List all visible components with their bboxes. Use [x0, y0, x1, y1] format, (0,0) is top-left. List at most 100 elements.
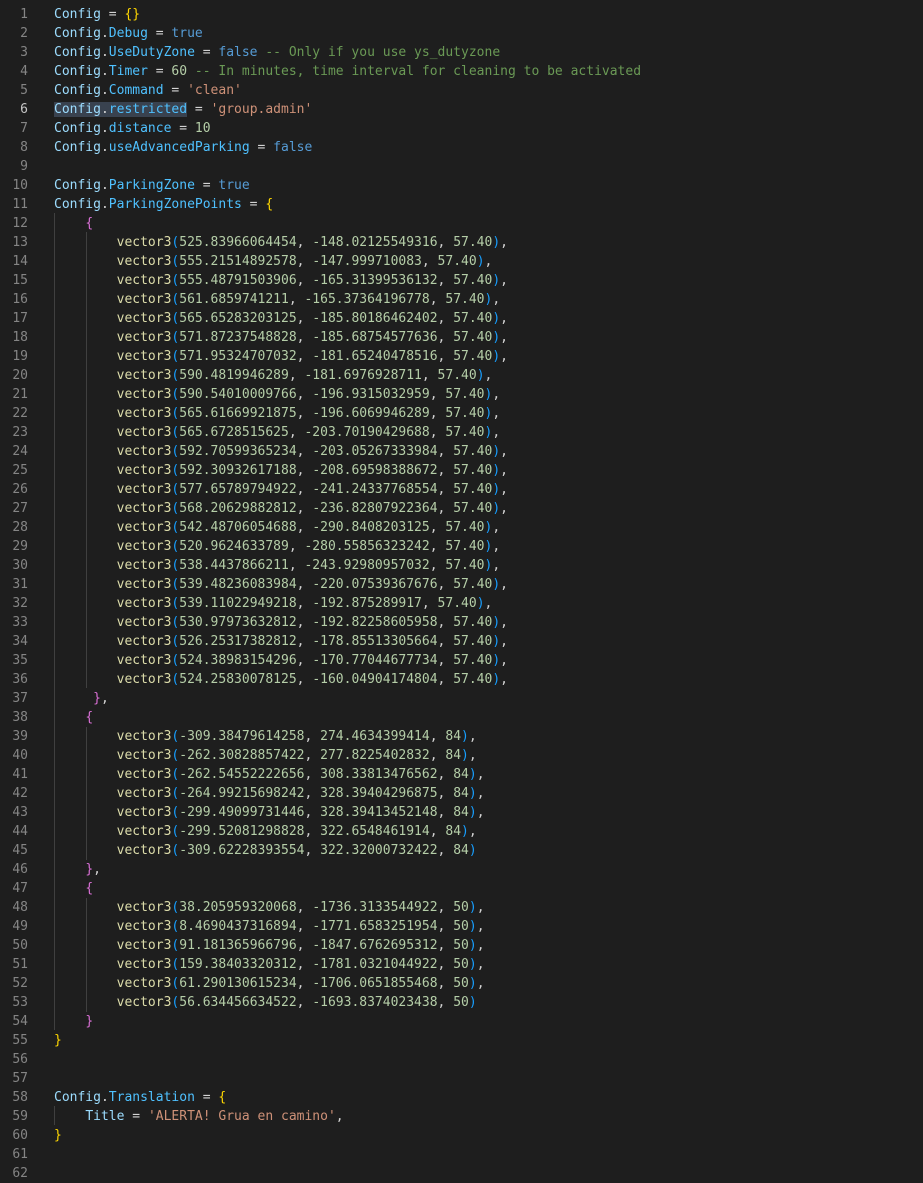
code-text[interactable]: Config.restricted = 'group.admin'	[54, 100, 312, 119]
code-line[interactable]: 11 Config.ParkingZonePoints = {	[0, 195, 923, 214]
code-text[interactable]: vector3(565.61669921875, -196.6069946289…	[54, 404, 501, 423]
code-text[interactable]: }	[54, 1031, 62, 1050]
code-text[interactable]: vector3(571.87237548828, -185.6875457763…	[54, 328, 508, 347]
code-text[interactable]: vector3(571.95324707032, -181.6524047851…	[54, 347, 508, 366]
code-line[interactable]: 45 vector3(-309.62228393554, 322.3200073…	[0, 841, 923, 860]
code-text[interactable]: vector3(592.30932617188, -208.6959838867…	[54, 461, 508, 480]
code-line[interactable]: 36 vector3(524.25830078125, -160.0490417…	[0, 670, 923, 689]
code-text[interactable]: Config.Debug = true	[54, 24, 203, 43]
code-line[interactable]: 14 vector3(555.21514892578, -147.9997100…	[0, 252, 923, 271]
code-line[interactable]: 34 vector3(526.25317382812, -178.8551330…	[0, 632, 923, 651]
code-text[interactable]: vector3(577.65789794922, -241.2433776855…	[54, 480, 508, 499]
code-line[interactable]: 21 vector3(590.54010009766, -196.9315032…	[0, 385, 923, 404]
code-text[interactable]: vector3(539.11022949218, -192.875289917,…	[54, 594, 493, 613]
code-line[interactable]: 61	[0, 1145, 923, 1164]
code-line[interactable]: 22 vector3(565.61669921875, -196.6069946…	[0, 404, 923, 423]
code-line[interactable]: 2 Config.Debug = true	[0, 24, 923, 43]
code-line[interactable]: 43 vector3(-299.49099731446, 328.3941345…	[0, 803, 923, 822]
code-text[interactable]: vector3(8.4690437316894, -1771.658325195…	[54, 917, 485, 936]
code-line[interactable]: 44 vector3(-299.52081298828, 322.6548461…	[0, 822, 923, 841]
code-line[interactable]: 13 vector3(525.83966064454, -148.0212554…	[0, 233, 923, 252]
code-text[interactable]: vector3(565.65283203125, -185.8018646240…	[54, 309, 508, 328]
code-text[interactable]: vector3(590.4819946289, -181.6976928711,…	[54, 366, 493, 385]
code-line[interactable]: 7 Config.distance = 10	[0, 119, 923, 138]
code-line[interactable]: 39 vector3(-309.38479614258, 274.4634399…	[0, 727, 923, 746]
code-text[interactable]: Config.UseDutyZone = false -- Only if yo…	[54, 43, 500, 62]
code-line[interactable]: 32 vector3(539.11022949218, -192.8752899…	[0, 594, 923, 613]
code-line[interactable]: 28 vector3(542.48706054688, -290.8408203…	[0, 518, 923, 537]
code-text[interactable]: vector3(530.97973632812, -192.8225860595…	[54, 613, 508, 632]
code-line[interactable]: 52 vector3(61.290130615234, -1706.065185…	[0, 974, 923, 993]
code-text[interactable]: }	[54, 1012, 93, 1031]
code-line[interactable]: 16 vector3(561.6859741211, -165.37364196…	[0, 290, 923, 309]
code-line[interactable]: 3 Config.UseDutyZone = false -- Only if y…	[0, 43, 923, 62]
code-line[interactable]: 17 vector3(565.65283203125, -185.8018646…	[0, 309, 923, 328]
code-text[interactable]: vector3(-299.49099731446, 328.3941345214…	[54, 803, 485, 822]
code-text[interactable]: vector3(-262.30828857422, 277.8225402832…	[54, 746, 477, 765]
code-text[interactable]: Title = 'ALERTA! Grua en camino',	[54, 1107, 343, 1126]
code-line[interactable]: 55}	[0, 1031, 923, 1050]
code-text[interactable]: {	[54, 879, 93, 898]
code-line[interactable]: 47 {	[0, 879, 923, 898]
code-text[interactable]: vector3(159.38403320312, -1781.032104492…	[54, 955, 485, 974]
code-text[interactable]: vector3(561.6859741211, -165.37364196778…	[54, 290, 501, 309]
code-line[interactable]: 57	[0, 1069, 923, 1088]
code-text[interactable]: vector3(38.205959320068, -1736.313354492…	[54, 898, 485, 917]
code-text[interactable]: vector3(61.290130615234, -1706.065185546…	[54, 974, 485, 993]
code-line[interactable]: 33 vector3(530.97973632812, -192.8225860…	[0, 613, 923, 632]
code-line[interactable]: 37 },	[0, 689, 923, 708]
code-line[interactable]: 25 vector3(592.30932617188, -208.6959838…	[0, 461, 923, 480]
code-line[interactable]: 53 vector3(56.634456634522, -1693.837402…	[0, 993, 923, 1012]
code-line[interactable]: 29 vector3(520.9624633789, -280.55856323…	[0, 537, 923, 556]
code-line[interactable]: 20 vector3(590.4819946289, -181.69769287…	[0, 366, 923, 385]
code-text[interactable]: vector3(542.48706054688, -290.8408203125…	[54, 518, 501, 537]
code-line[interactable]: 12 {	[0, 214, 923, 233]
code-text[interactable]: Config.ParkingZone = true	[54, 176, 250, 195]
code-text[interactable]: vector3(592.70599365234, -203.0526733398…	[54, 442, 508, 461]
code-text[interactable]: vector3(524.25830078125, -160.0490417480…	[54, 670, 508, 689]
code-line[interactable]: 62	[0, 1164, 923, 1183]
code-line[interactable]: 41 vector3(-262.54552222656, 308.3381347…	[0, 765, 923, 784]
code-line[interactable]: 58 Config.Translation = {	[0, 1088, 923, 1107]
code-line[interactable]: 46 },	[0, 860, 923, 879]
code-line[interactable]: 48 vector3(38.205959320068, -1736.313354…	[0, 898, 923, 917]
code-line[interactable]: 42 vector3(-264.99215698242, 328.3940429…	[0, 784, 923, 803]
code-text[interactable]: vector3(525.83966064454, -148.0212554931…	[54, 233, 508, 252]
code-text[interactable]: vector3(-264.99215698242, 328.3940429687…	[54, 784, 485, 803]
code-line[interactable]: 15 vector3(555.48791503906, -165.3139953…	[0, 271, 923, 290]
code-editor[interactable]: 1 Config = {} 2 Config.Debug = true 3 Config.…	[0, 0, 923, 1181]
code-text[interactable]: }	[54, 1126, 62, 1145]
code-text[interactable]: Config.useAdvancedParking = false	[54, 138, 312, 157]
code-text[interactable]: Config.Command = 'clean'	[54, 81, 242, 100]
code-text[interactable]: {	[54, 214, 93, 233]
code-line[interactable]: 24 vector3(592.70599365234, -203.0526733…	[0, 442, 923, 461]
code-line[interactable]: 30 vector3(538.4437866211, -243.92980957…	[0, 556, 923, 575]
code-line[interactable]: 49 vector3(8.4690437316894, -1771.658325…	[0, 917, 923, 936]
code-text[interactable]: Config.Timer = 60 -- In minutes, time in…	[54, 62, 641, 81]
code-line[interactable]: 19 vector3(571.95324707032, -181.6524047…	[0, 347, 923, 366]
code-text[interactable]: vector3(520.9624633789, -280.55856323242…	[54, 537, 501, 556]
code-text[interactable]: vector3(568.20629882812, -236.8280792236…	[54, 499, 508, 518]
code-line[interactable]: 51 vector3(159.38403320312, -1781.032104…	[0, 955, 923, 974]
code-text[interactable]: vector3(565.6728515625, -203.70190429688…	[54, 423, 501, 442]
code-text[interactable]: vector3(-262.54552222656, 308.3381347656…	[54, 765, 485, 784]
code-line[interactable]: 50 vector3(91.181365966796, -1847.676269…	[0, 936, 923, 955]
code-text[interactable]: vector3(91.181365966796, -1847.676269531…	[54, 936, 485, 955]
code-line[interactable]: 60}	[0, 1126, 923, 1145]
code-line[interactable]: 8 Config.useAdvancedParking = false	[0, 138, 923, 157]
code-line[interactable]: 59 Title = 'ALERTA! Grua en camino',	[0, 1107, 923, 1126]
code-line[interactable]: 56	[0, 1050, 923, 1069]
code-text[interactable]: Config.distance = 10	[54, 119, 211, 138]
code-text[interactable]: Config.Translation = {	[54, 1088, 226, 1107]
code-line[interactable]: 4 Config.Timer = 60 -- In minutes, time i…	[0, 62, 923, 81]
code-text[interactable]: vector3(555.21514892578, -147.999710083,…	[54, 252, 493, 271]
code-line[interactable]: 27 vector3(568.20629882812, -236.8280792…	[0, 499, 923, 518]
code-line[interactable]: 38 {	[0, 708, 923, 727]
code-text[interactable]: {	[54, 708, 93, 727]
code-line[interactable]: 35 vector3(524.38983154296, -170.7704467…	[0, 651, 923, 670]
code-line[interactable]: 18 vector3(571.87237548828, -185.6875457…	[0, 328, 923, 347]
code-text[interactable]: vector3(524.38983154296, -170.7704467773…	[54, 651, 508, 670]
code-line[interactable]: 6 Config.restricted = 'group.admin'	[0, 100, 923, 119]
code-text[interactable]: vector3(538.4437866211, -243.92980957032…	[54, 556, 501, 575]
code-line[interactable]: 31 vector3(539.48236083984, -220.0753936…	[0, 575, 923, 594]
